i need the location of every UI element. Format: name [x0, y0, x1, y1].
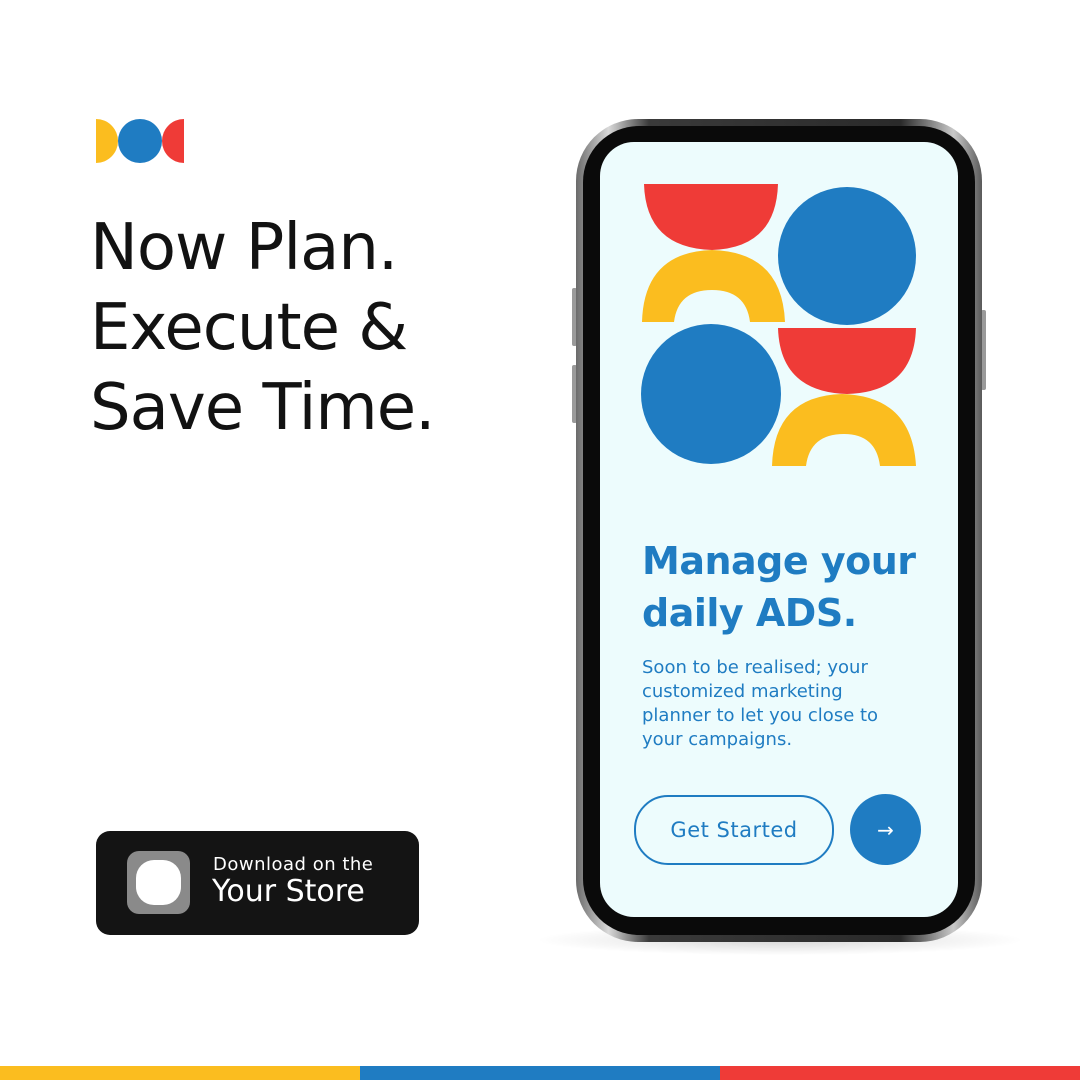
screen-description-line: your campaigns. — [642, 729, 793, 750]
bottom-bar-segment-blue — [360, 1066, 720, 1080]
bottom-color-bar — [0, 1066, 1080, 1080]
yellow-arch-shape — [642, 250, 785, 322]
store-app-icon — [127, 851, 190, 914]
get-started-button[interactable]: Get Started — [634, 795, 834, 865]
screen-title-line-2: daily ADS. — [642, 591, 857, 635]
abstract-shapes-illustration — [641, 184, 916, 466]
store-download-button[interactable]: Download on the Your Store — [96, 831, 419, 935]
arrow-right-icon: → — [877, 817, 894, 842]
next-button[interactable]: → — [850, 794, 921, 865]
headline: Now Plan. Execute & Save Time. — [90, 208, 435, 448]
screen-description: Soon to be realised; your customized mar… — [642, 656, 922, 752]
bottom-bar-segment-red — [720, 1066, 1080, 1080]
red-bowl-shape — [644, 184, 778, 250]
headline-line-2: Execute & — [90, 291, 408, 365]
brand-logo-icon — [96, 119, 184, 163]
screen-title-line-1: Manage your — [642, 539, 916, 583]
headline-line-1: Now Plan. — [90, 211, 398, 285]
store-badge-store-name: Your Store — [212, 874, 365, 909]
phone-screen: Manage your daily ADS. Soon to be realis… — [600, 142, 958, 917]
headline-line-3: Save Time. — [90, 371, 435, 445]
store-badge-small-text: Download on the — [213, 854, 374, 875]
screen-description-line: planner to let you close to — [642, 705, 879, 726]
red-bowl-shape — [778, 328, 916, 394]
bottom-bar-segment-yellow — [0, 1066, 360, 1080]
yellow-arch-shape — [772, 394, 916, 466]
blue-circle-shape — [641, 324, 781, 464]
screen-description-line: customized marketing — [642, 681, 843, 702]
blue-circle-shape — [778, 187, 916, 325]
screen-description-line: Soon to be realised; your — [642, 657, 868, 678]
screen-title: Manage your daily ADS. — [642, 535, 942, 639]
